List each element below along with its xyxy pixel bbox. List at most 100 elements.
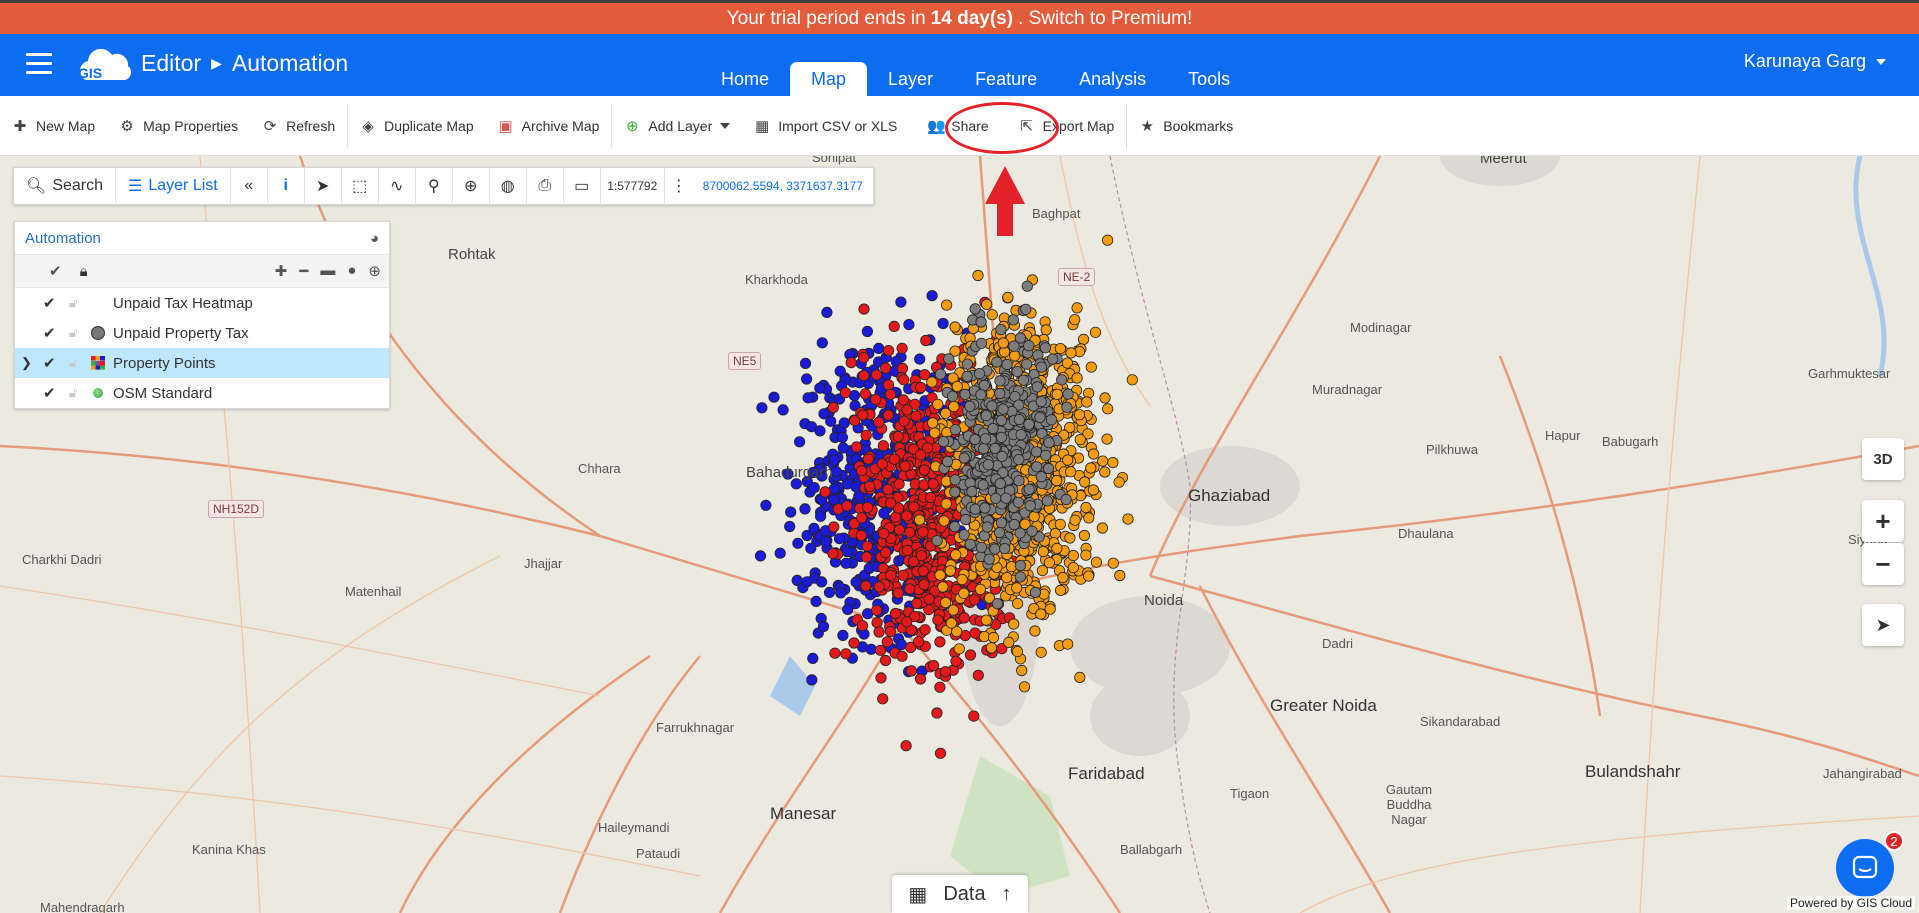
unlock-icon[interactable]: 🔓︎	[69, 385, 83, 401]
property-point[interactable]	[1065, 347, 1077, 359]
property-point[interactable]	[911, 597, 923, 609]
property-point[interactable]	[1126, 374, 1138, 386]
property-point[interactable]	[862, 501, 874, 513]
property-point[interactable]	[947, 604, 959, 616]
property-point[interactable]	[986, 400, 998, 412]
property-point[interactable]	[946, 390, 959, 402]
property-point[interactable]	[995, 324, 1007, 336]
property-point[interactable]	[1062, 638, 1074, 650]
property-point[interactable]	[915, 550, 928, 562]
breadcrumb-editor[interactable]: Editor	[141, 50, 201, 77]
property-point[interactable]	[898, 415, 910, 427]
property-point[interactable]	[934, 681, 946, 693]
property-point[interactable]	[808, 481, 820, 494]
property-point[interactable]	[949, 424, 962, 436]
property-point[interactable]	[1099, 392, 1111, 404]
property-point[interactable]	[927, 417, 939, 429]
property-point[interactable]	[969, 503, 981, 515]
property-point[interactable]	[1044, 603, 1056, 615]
property-point[interactable]	[889, 607, 902, 620]
property-point[interactable]	[1035, 396, 1047, 408]
property-point[interactable]	[858, 303, 870, 315]
property-point[interactable]	[995, 431, 1008, 443]
property-point[interactable]	[858, 370, 870, 382]
property-point[interactable]	[777, 404, 789, 416]
property-point[interactable]	[1035, 646, 1047, 658]
property-point[interactable]	[969, 303, 981, 315]
property-point[interactable]	[873, 581, 885, 593]
property-point[interactable]	[823, 586, 836, 598]
property-point[interactable]	[991, 356, 1003, 368]
data-panel-toggle[interactable]: ▦ Data ↑	[892, 875, 1028, 913]
property-point[interactable]	[861, 325, 874, 338]
property-point[interactable]	[1016, 664, 1028, 677]
property-point[interactable]	[981, 521, 993, 533]
property-point[interactable]	[848, 637, 860, 649]
property-point[interactable]	[1083, 570, 1095, 582]
property-point[interactable]	[927, 478, 939, 490]
property-point[interactable]	[862, 453, 874, 465]
property-point[interactable]	[880, 546, 892, 559]
property-point[interactable]	[1064, 532, 1076, 544]
property-point[interactable]	[1056, 374, 1068, 386]
property-point[interactable]	[878, 527, 890, 540]
property-point[interactable]	[1002, 291, 1014, 303]
property-point[interactable]	[817, 620, 830, 633]
property-point[interactable]	[1012, 496, 1025, 508]
property-point[interactable]	[918, 464, 931, 476]
property-point[interactable]	[870, 369, 883, 381]
property-point[interactable]	[1008, 618, 1020, 630]
property-point[interactable]	[756, 402, 768, 414]
property-point[interactable]	[1023, 340, 1035, 352]
property-point[interactable]	[873, 626, 885, 638]
zoom-to-icon[interactable]: ⊕	[368, 262, 381, 280]
menu-icon[interactable]	[26, 53, 52, 75]
property-point[interactable]	[903, 319, 915, 331]
property-point[interactable]	[923, 593, 935, 605]
lock-icon[interactable]: 🔒︎	[80, 263, 88, 280]
property-point[interactable]	[839, 387, 852, 399]
property-point[interactable]	[958, 452, 970, 464]
property-point[interactable]	[953, 643, 965, 655]
property-point[interactable]	[1102, 403, 1114, 415]
layer-row-selected[interactable]: ❯ ✔ 🔓︎ Property Points	[15, 348, 389, 378]
property-point[interactable]	[1041, 495, 1054, 507]
property-point[interactable]	[807, 652, 819, 664]
property-point[interactable]	[865, 643, 877, 655]
property-point[interactable]	[968, 710, 980, 722]
visibility-check-icon[interactable]: ✔	[43, 324, 61, 342]
property-point[interactable]	[918, 579, 930, 591]
more-menu-icon[interactable]: ⋮	[665, 167, 693, 205]
property-point[interactable]	[827, 547, 839, 560]
property-point[interactable]	[901, 510, 913, 522]
property-point[interactable]	[934, 569, 946, 581]
property-point[interactable]	[1008, 340, 1020, 352]
property-point[interactable]	[837, 442, 849, 454]
property-point[interactable]	[1102, 234, 1114, 246]
property-point[interactable]	[924, 491, 937, 504]
property-point[interactable]	[827, 401, 839, 414]
property-point[interactable]	[802, 392, 814, 404]
property-point[interactable]	[1024, 500, 1036, 512]
property-point[interactable]	[1039, 342, 1052, 354]
property-point[interactable]	[994, 375, 1006, 387]
property-point[interactable]	[1018, 681, 1031, 693]
property-point[interactable]	[899, 460, 911, 472]
property-point[interactable]	[1011, 366, 1023, 378]
property-point[interactable]	[975, 389, 987, 401]
property-point[interactable]	[1080, 501, 1092, 514]
property-point[interactable]	[840, 557, 852, 569]
property-point[interactable]	[1088, 448, 1100, 460]
property-point[interactable]	[1001, 571, 1013, 584]
property-point[interactable]	[940, 299, 953, 311]
property-point[interactable]	[959, 388, 971, 400]
property-point[interactable]	[1031, 461, 1043, 473]
chevron-right-icon[interactable]: ❯	[21, 355, 35, 371]
property-point[interactable]	[895, 296, 907, 308]
property-point[interactable]	[856, 620, 869, 632]
property-point[interactable]	[937, 435, 950, 448]
property-point[interactable]	[1085, 462, 1097, 474]
property-point[interactable]	[1035, 361, 1048, 373]
property-point[interactable]	[905, 665, 918, 677]
property-point[interactable]	[972, 269, 984, 282]
